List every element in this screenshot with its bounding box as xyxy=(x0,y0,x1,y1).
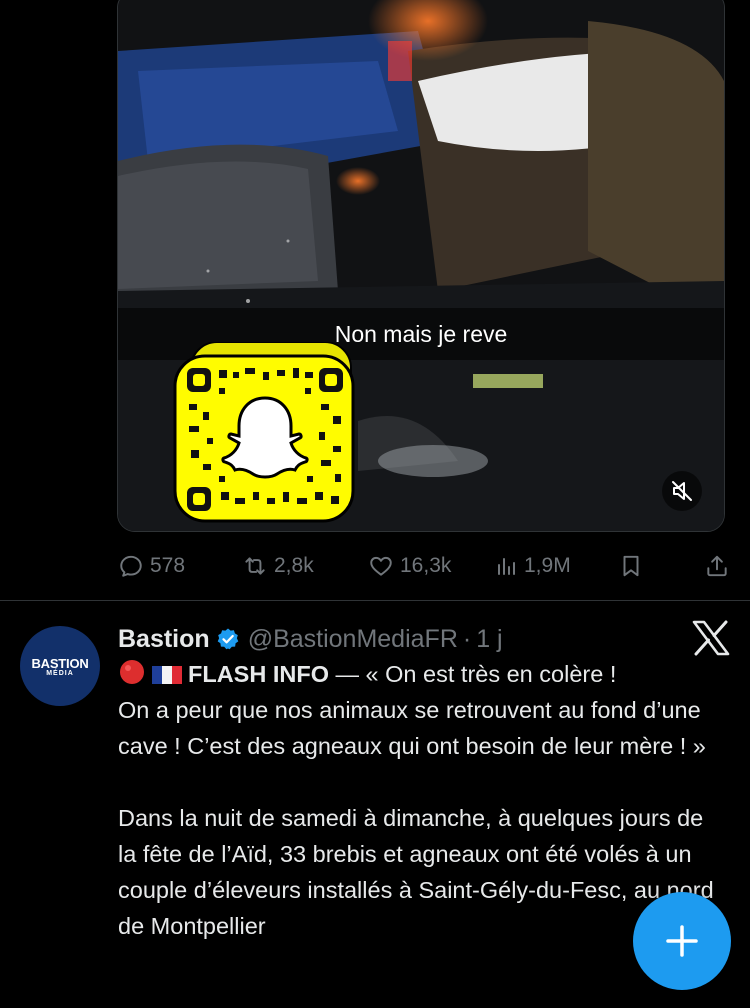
verified-badge-icon xyxy=(216,627,240,651)
tweet-text: FLASH INFO — « On est très en colère ! O… xyxy=(118,656,718,944)
display-name[interactable]: Bastion xyxy=(118,625,210,654)
mute-button[interactable] xyxy=(662,471,702,511)
like-button[interactable]: 16,3k xyxy=(368,548,451,584)
x-logo-icon[interactable] xyxy=(692,620,730,656)
user-handle[interactable]: @BastionMediaFR xyxy=(248,625,458,654)
red-circle-icon xyxy=(120,660,144,684)
heart-icon xyxy=(370,556,392,576)
reply-icon xyxy=(120,555,142,577)
share-icon xyxy=(707,555,727,577)
tweet-divider xyxy=(0,600,750,601)
snapchat-snapcode-icon xyxy=(173,342,355,523)
tweet-paragraph-1: On a peur que nos animaux se retrouvent … xyxy=(118,697,706,759)
avatar-logo-text: BASTION xyxy=(31,655,89,671)
share-button[interactable] xyxy=(704,548,730,584)
like-count: 16,3k xyxy=(400,554,452,577)
repost-button[interactable]: 2,8k xyxy=(242,548,314,584)
tweet-paragraph-2: Dans la nuit de samedi à dimanche, à que… xyxy=(118,805,714,939)
tweet-timestamp[interactable]: 1 j xyxy=(476,625,502,654)
tweet-action-bar: 578 2,8k 16,3k 1,9M xyxy=(118,548,730,584)
tweet-first-line-text: — « On est très en colère ! xyxy=(329,661,617,687)
reply-button[interactable]: 578 xyxy=(118,548,185,584)
plus-icon xyxy=(666,925,698,957)
avatar-logo-subtext: MÉDIA xyxy=(46,669,74,677)
reply-count: 578 xyxy=(150,554,186,577)
french-flag-icon xyxy=(152,666,182,684)
views-button[interactable]: 1,9M xyxy=(494,548,571,584)
compose-button[interactable] xyxy=(633,892,731,990)
bookmark-icon xyxy=(623,555,639,577)
avatar[interactable]: BASTION MÉDIA xyxy=(20,626,100,706)
repost-icon xyxy=(245,557,265,575)
flash-info-label: FLASH INFO xyxy=(188,661,329,687)
separator-dot: · xyxy=(462,624,472,653)
tweet-first-line: FLASH INFO — « On est très en colère ! xyxy=(118,656,718,692)
bookmark-button[interactable] xyxy=(618,548,644,584)
video-player[interactable]: Non mais je reve xyxy=(117,0,725,532)
tweet-header: Bastion @BastionMediaFR · 1 j xyxy=(118,620,503,658)
speaker-muted-icon xyxy=(672,481,692,501)
views-count: 1,9M xyxy=(524,554,571,577)
views-chart-icon xyxy=(498,558,515,575)
repost-count: 2,8k xyxy=(274,554,314,577)
